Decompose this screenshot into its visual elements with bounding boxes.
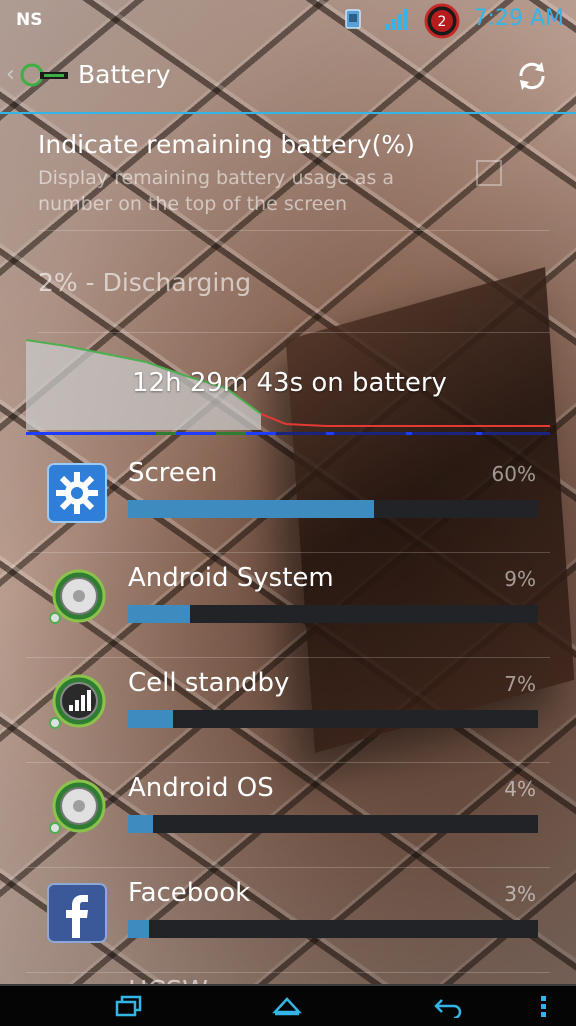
usage-bar-fill (128, 815, 153, 833)
setting-title: Indicate remaining battery(%) (38, 130, 415, 159)
usage-bar-fill (128, 605, 190, 623)
usage-bar-fill (128, 500, 374, 518)
battery-gauge-icon: 2 (424, 3, 460, 39)
usage-item-name: Android OS (128, 773, 274, 803)
usage-item-name: Cell standby (128, 668, 290, 698)
usage-bar (128, 815, 538, 833)
usage-item-name: Facebook (128, 878, 251, 908)
usage-item-android-os[interactable]: Android OS 4% (26, 763, 550, 868)
screen-settings-icon (47, 463, 107, 523)
refresh-icon[interactable] (514, 58, 550, 94)
usage-item-facebook[interactable]: Facebook 3% (26, 868, 550, 973)
usage-item-percent: 7% (504, 672, 536, 696)
usage-item-percent: 3% (504, 882, 536, 906)
page-title: Battery (78, 60, 171, 89)
app-logo-icon[interactable] (20, 62, 70, 88)
battery-usage-list: Screen 60% Android System 9% Cell standb… (26, 448, 550, 973)
android-system-icon (49, 569, 106, 624)
home-icon[interactable] (272, 994, 302, 1018)
usage-item-percent: 4% (504, 777, 536, 801)
recent-apps-icon[interactable] (114, 994, 144, 1018)
battery-status-text: 2% - Discharging (38, 268, 252, 297)
usage-item-screen[interactable]: Screen 60% (26, 448, 550, 553)
usage-item-percent: 60% (491, 462, 536, 486)
back-icon[interactable] (432, 994, 464, 1018)
battery-status-row: 2% - Discharging (38, 232, 550, 333)
usage-item-percent: 9% (504, 567, 536, 591)
sync-notification-icon (345, 9, 361, 29)
usage-item-name: Screen (128, 458, 218, 488)
setting-summary: Display remaining battery usage as a num… (38, 167, 395, 215)
signal-icon (386, 9, 408, 30)
navigation-bar (0, 984, 576, 1026)
menu-icon[interactable] (538, 994, 548, 1020)
usage-item-android-system[interactable]: Android System 9% (26, 553, 550, 658)
usage-item-name: Android System (128, 563, 334, 593)
status-bar: NS 2 7:29 AM (0, 0, 576, 40)
android-os-icon (49, 779, 106, 834)
up-chevron-icon[interactable]: ‹ (6, 62, 15, 87)
time-on-battery: 12h 29m 43s on battery (132, 368, 447, 398)
clock: 7:29 AM (473, 6, 564, 31)
battery-history-graph[interactable]: 12h 29m 43s on battery (25, 336, 550, 440)
battery-gauge-count: 2 (438, 14, 447, 30)
facebook-icon (47, 883, 107, 943)
usage-item-cell-standby[interactable]: Cell standby 7% (26, 658, 550, 763)
usage-bar (128, 500, 538, 518)
usage-bar-fill (128, 920, 149, 938)
usage-bar (128, 605, 538, 623)
percentage-checkbox[interactable] (476, 160, 502, 186)
remaining-battery-setting[interactable]: Indicate remaining battery(%) Display re… (38, 126, 550, 231)
action-bar: ‹ Battery (0, 40, 576, 114)
cell-standby-icon (49, 674, 106, 729)
carrier-label: NS (16, 10, 43, 30)
usage-bar-fill (128, 710, 174, 728)
usage-bar (128, 710, 538, 728)
usage-bar (128, 920, 538, 938)
